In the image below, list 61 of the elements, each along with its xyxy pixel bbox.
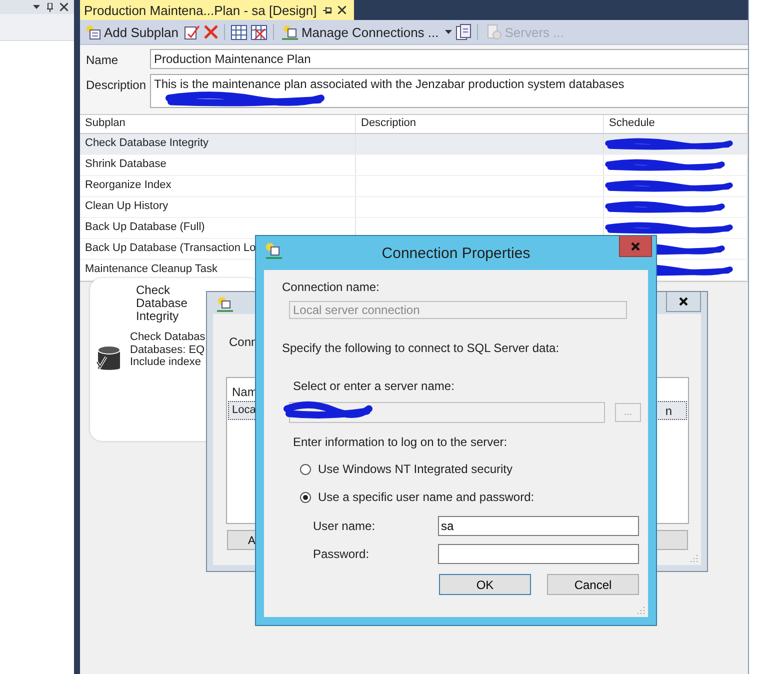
resize-grip-icon[interactable] <box>637 606 645 614</box>
task-detail: Check Databas <box>130 331 206 344</box>
description-field[interactable]: This is the maintenance plan associated with the Jenzabar production system databases <box>150 74 748 108</box>
table-row[interactable]: Clean Up History <box>80 197 748 218</box>
document-tab[interactable]: Production Maintena...Plan - sa [Design] <box>80 0 354 20</box>
table-cell: Check Database Integrity <box>80 134 356 154</box>
add-subplan-button[interactable]: Add Subplan <box>83 21 180 43</box>
resize-grip-icon[interactable] <box>690 554 698 562</box>
table-row[interactable]: Shrink Database <box>80 155 748 176</box>
close-icon[interactable] <box>60 3 68 11</box>
field-label: Select or enter a server name: <box>293 379 456 393</box>
close-icon[interactable] <box>338 6 346 14</box>
table-row[interactable]: Reorganize Index <box>80 176 748 197</box>
field-label: Connection name: <box>282 280 380 294</box>
grid-icon[interactable] <box>231 24 248 40</box>
name-field[interactable]: Production Maintenance Plan <box>150 49 748 69</box>
field-label: Password: <box>313 547 370 561</box>
close-button[interactable] <box>666 292 701 312</box>
connection-icon <box>282 24 298 40</box>
manage-connections-button[interactable]: Manage Connections ... <box>280 21 441 43</box>
radio-label[interactable]: Use a specific user name and password: <box>318 490 534 504</box>
delete-icon[interactable] <box>204 25 218 39</box>
grid-delete-icon[interactable] <box>251 24 268 40</box>
pin-icon[interactable] <box>46 2 54 12</box>
close-icon[interactable] <box>679 297 688 306</box>
field-label: Description <box>86 77 148 94</box>
sheet-icon <box>85 24 101 40</box>
table-cell: Shrink Database <box>80 155 356 175</box>
instruction-text: Specify the following to connect to SQL Server data: <box>282 341 560 355</box>
edit-icon[interactable] <box>184 24 200 40</box>
column-header[interactable]: Subplan <box>80 115 356 133</box>
table-cell: Reorganize Index <box>80 176 356 196</box>
task-detail: Include indexe <box>130 356 202 368</box>
connection-icon <box>265 242 283 260</box>
connection-icon <box>217 296 233 312</box>
field-label: Name <box>86 52 120 69</box>
caret-icon[interactable] <box>444 30 452 34</box>
dropdown-icon[interactable] <box>33 5 40 9</box>
section-label: Enter information to log on to the server: <box>293 435 508 449</box>
ok-button[interactable]: OK <box>439 574 531 595</box>
user-name-field[interactable]: sa <box>438 516 639 536</box>
radio-label[interactable]: Use Windows NT Integrated security <box>318 462 513 476</box>
tab-title: Production Maintena...Plan - sa [Design] <box>84 2 317 18</box>
server-icon <box>486 24 502 40</box>
table-row[interactable]: Check Database Integrity <box>80 134 748 155</box>
field-label: User name: <box>313 519 376 533</box>
column-header[interactable]: Description <box>356 115 604 133</box>
list-item-text: Loca <box>232 404 256 416</box>
database-check-icon <box>95 345 123 373</box>
column-header[interactable]: Schedule <box>604 115 748 133</box>
table-cell: Clean Up History <box>80 197 356 217</box>
cancel-button[interactable]: Cancel <box>547 574 639 595</box>
password-field[interactable] <box>438 544 639 564</box>
radio-button[interactable] <box>300 492 311 502</box>
task-title: Check Database Integrity <box>136 284 188 323</box>
task-detail: Databases: EQ <box>130 344 206 356</box>
dialog-title: Connection Properties <box>382 244 530 262</box>
radio-button[interactable] <box>300 464 311 474</box>
pin-icon[interactable] <box>322 6 332 14</box>
list-item-text: n <box>665 404 672 418</box>
report-icon[interactable] <box>456 24 471 40</box>
